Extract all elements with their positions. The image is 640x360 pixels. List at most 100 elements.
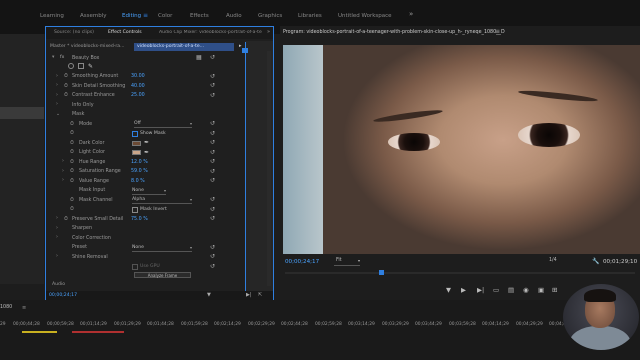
mask-invert-checkbox[interactable] — [132, 206, 138, 213]
tab-effects[interactable]: Effects — [190, 13, 209, 19]
fit-dropdown[interactable]: Fit ▾ — [334, 258, 360, 266]
compare-icon[interactable]: ▣ — [538, 286, 544, 294]
expand-icon[interactable]: › — [56, 235, 58, 240]
reset-icon[interactable]: ↺ — [210, 158, 215, 165]
stopwatch-icon[interactable]: ⏱ — [70, 121, 74, 127]
reset-icon[interactable]: ↺ — [210, 168, 215, 175]
lift-icon[interactable]: ▭ — [493, 286, 499, 294]
reset-icon[interactable]: ↺ — [210, 130, 215, 137]
stopwatch-icon[interactable]: ⏱ — [70, 178, 74, 184]
panel-menu-icon[interactable]: ≡ — [495, 28, 500, 35]
export-icon[interactable]: ⇱ — [258, 292, 262, 298]
safe-margins-icon[interactable]: ⊞ — [552, 286, 557, 294]
stopwatch-icon[interactable]: ⏱ — [70, 140, 74, 146]
stopwatch-icon[interactable]: ⏱ — [70, 130, 74, 136]
reset-icon[interactable]: ↺ — [210, 82, 215, 89]
effect-menu-icon[interactable]: ▦ — [196, 54, 202, 61]
dark-color-swatch[interactable] — [132, 140, 141, 146]
tab-graphics[interactable]: Graphics — [258, 13, 282, 19]
stopwatch-icon[interactable]: ⏱ — [70, 206, 74, 212]
reset-icon[interactable]: ↺ — [210, 215, 215, 222]
stopwatch-icon[interactable]: ⏱ — [70, 149, 74, 155]
reset-icon[interactable]: ↺ — [210, 92, 215, 99]
skin-detail-smoothing-value[interactable]: 40.00 — [131, 84, 145, 89]
show-mask-checkbox[interactable] — [132, 130, 138, 137]
reset-icon[interactable]: ↺ — [210, 244, 215, 251]
eyedropper-icon[interactable]: ✒ — [144, 149, 149, 156]
reset-icon[interactable]: ↺ — [210, 73, 215, 80]
step-forward-icon[interactable]: ▶| — [477, 286, 484, 294]
expand-icon[interactable]: › — [56, 102, 58, 107]
ellipse-mask-icon[interactable] — [68, 63, 74, 69]
tab-source[interactable]: Source: (no clips) — [54, 30, 94, 35]
program-scrub-bar[interactable] — [285, 272, 635, 274]
pen-mask-icon[interactable]: ✎ — [88, 63, 93, 70]
stopwatch-icon[interactable]: ⏱ — [64, 73, 68, 79]
tab-effect-controls[interactable]: Effect Controls — [108, 30, 142, 35]
light-color-swatch[interactable] — [132, 150, 141, 155]
program-monitor-title[interactable]: Program: videoblocks-portrait-of-a-teena… — [283, 30, 505, 35]
extract-icon[interactable]: ▤ — [508, 286, 514, 294]
program-video-frame[interactable] — [283, 45, 640, 254]
preserve-small-detail-value[interactable]: 75.0 % — [131, 217, 148, 222]
collapse-icon[interactable]: ⌄ — [56, 112, 60, 117]
program-timecode[interactable]: 00;00;24;17 — [285, 259, 319, 265]
effect-controls-timecode[interactable]: 00;00;24;17 — [49, 293, 77, 298]
settings-wrench-icon[interactable]: 🔧 — [592, 258, 599, 265]
tab-untitled-workspace[interactable]: Untitled Workspace — [338, 13, 392, 19]
rectangle-mask-icon[interactable] — [78, 63, 84, 69]
reset-icon[interactable]: ↺ — [210, 149, 215, 156]
reset-effect-icon[interactable]: ↺ — [210, 54, 215, 61]
mask-channel-dropdown[interactable]: Alpha ▾ — [132, 197, 192, 204]
filter-icon[interactable]: ▼ — [207, 292, 211, 298]
expand-icon[interactable]: › — [62, 159, 64, 164]
stopwatch-icon[interactable]: ⏱ — [70, 197, 74, 203]
collapse-toggle-icon[interactable]: ▾ — [52, 55, 54, 60]
camera-icon[interactable]: ◉ — [523, 286, 529, 294]
effect-playhead-handle[interactable] — [242, 48, 248, 53]
reset-icon[interactable]: ↺ — [210, 206, 215, 213]
program-playhead[interactable] — [379, 270, 384, 275]
reset-icon[interactable]: ↺ — [210, 263, 215, 270]
reset-icon[interactable]: ↺ — [210, 196, 215, 203]
expand-icon[interactable]: › — [56, 93, 58, 98]
stopwatch-icon[interactable]: ⏱ — [64, 216, 68, 222]
reset-icon[interactable]: ↺ — [210, 120, 215, 127]
value-range-value[interactable]: 8.0 % — [131, 179, 145, 184]
preset-dropdown[interactable]: None ▾ — [132, 245, 192, 252]
master-clip-label[interactable]: Master * videoblocks-mixed-ra... — [50, 44, 125, 49]
reset-icon[interactable]: ↺ — [210, 253, 215, 260]
expand-icon[interactable]: › — [62, 178, 64, 183]
mode-dropdown[interactable]: Off ▾ — [134, 121, 192, 128]
expand-icon[interactable]: › — [56, 226, 58, 231]
effect-controls-scrollbar[interactable] — [267, 51, 271, 286]
tab-editing[interactable]: Editing — [122, 13, 141, 19]
eyedropper-icon[interactable]: ✒ — [144, 139, 149, 146]
saturation-range-value[interactable]: 59.0 % — [131, 169, 148, 174]
expand-icon[interactable]: › — [56, 74, 58, 79]
tab-color[interactable]: Color — [158, 13, 172, 19]
project-selection-row[interactable] — [0, 107, 44, 119]
workspace-menu-icon[interactable]: ≡ — [143, 12, 148, 19]
expand-icon[interactable]: › — [56, 216, 58, 221]
sequence-tab[interactable]: 1080 — [0, 305, 12, 310]
analyze-frame-button[interactable]: Analyze Frame — [134, 272, 191, 278]
sequence-clip-selector[interactable]: videoblocks-portrait-of-a-te... — [134, 43, 234, 51]
more-workspaces-icon[interactable]: » — [409, 10, 413, 18]
stopwatch-icon[interactable]: ⏱ — [70, 168, 74, 174]
use-gpu-checkbox[interactable] — [132, 263, 138, 270]
tab-audio[interactable]: Audio — [226, 13, 242, 19]
reset-icon[interactable]: ↺ — [210, 177, 215, 184]
fx-badge-icon[interactable]: fx — [60, 55, 64, 60]
more-tabs-icon[interactable]: » — [267, 29, 270, 35]
mark-in-icon[interactable]: ▼ — [446, 286, 451, 294]
sequence-menu-icon[interactable]: ≡ — [22, 305, 26, 311]
tab-audio-clip-mixer[interactable]: Audio Clip Mixer: videoblocks-portrait-o… — [159, 30, 269, 35]
tab-learning[interactable]: Learning — [40, 13, 64, 19]
smoothing-amount-value[interactable]: 30.00 — [131, 74, 145, 79]
tab-assembly[interactable]: Assembly — [80, 13, 107, 19]
stopwatch-icon[interactable]: ⏱ — [64, 92, 68, 98]
expand-icon[interactable]: › — [62, 169, 64, 174]
play-icon[interactable]: ▶ — [461, 286, 466, 294]
resolution-dropdown[interactable]: 1/4 — [549, 258, 565, 263]
